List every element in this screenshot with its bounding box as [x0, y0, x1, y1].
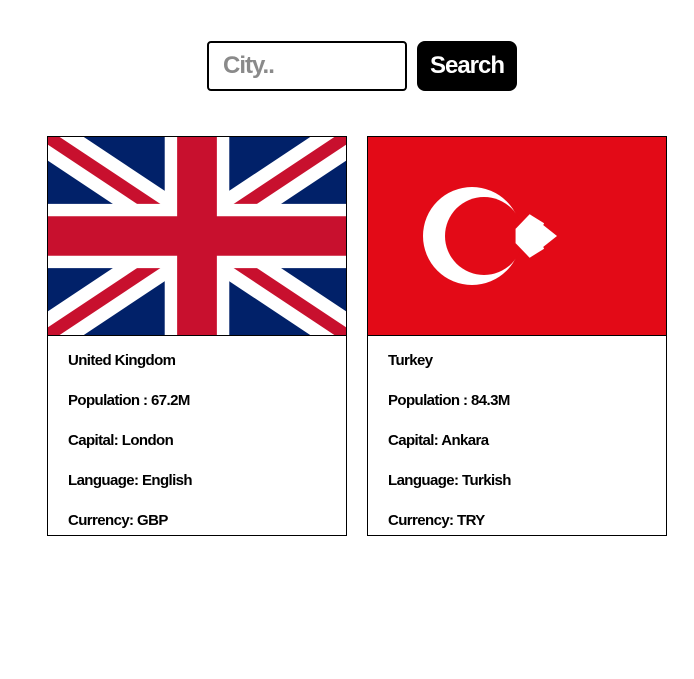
country-name: Turkey: [388, 352, 433, 369]
country-info: Turkey Population : 84.3M Capital: Ankar…: [368, 336, 666, 531]
turkey-flag-icon: [368, 137, 666, 336]
country-cards: United Kingdom Population : 67.2M Capita…: [47, 136, 667, 536]
capital-text: Capital: London: [68, 432, 174, 449]
language-text: Language: English: [68, 472, 193, 489]
capital-text: Capital: Ankara: [388, 432, 489, 449]
country-card-turkey: Turkey Population : 84.3M Capital: Ankar…: [367, 136, 667, 536]
search-bar: Search: [207, 41, 517, 91]
uk-flag-icon: [48, 137, 346, 336]
country-card-united-kingdom: United Kingdom Population : 67.2M Capita…: [47, 136, 347, 536]
currency-text: Currency: TRY: [388, 512, 485, 529]
language-text: Language: Turkish: [388, 472, 511, 489]
country-info: United Kingdom Population : 67.2M Capita…: [48, 336, 346, 531]
population-text: Population : 84.3M: [388, 392, 510, 409]
search-button[interactable]: Search: [417, 41, 517, 91]
population-text: Population : 67.2M: [68, 392, 190, 409]
currency-text: Currency: GBP: [68, 512, 168, 529]
country-name: United Kingdom: [68, 352, 176, 369]
city-search-input[interactable]: [207, 41, 407, 91]
